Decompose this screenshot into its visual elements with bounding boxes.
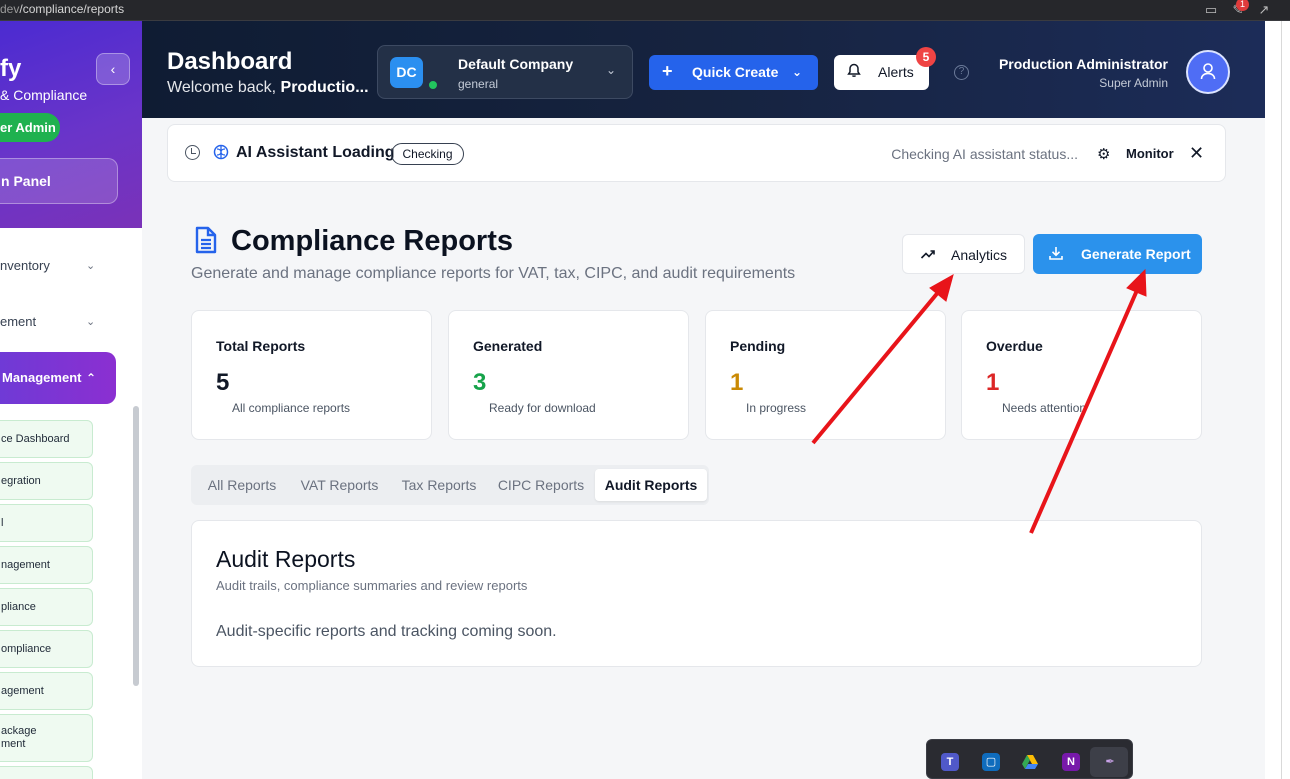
sidebar-subitem[interactable]: egration [0,462,93,500]
sidebar-subitem[interactable]: agement [0,672,93,710]
url-text[interactable]: dev/compliance/reports [0,2,124,16]
help-icon[interactable]: ? [954,65,969,80]
stat-card-pending: Pending 1 In progress [705,310,946,440]
plus-icon: + [662,61,673,81]
sidebar-item-compliance-management[interactable]: Management ⌃ [0,352,116,404]
company-name: Default Company [458,56,574,72]
stat-value: 5 [216,369,230,396]
stat-value: 1 [730,369,744,396]
window-edge [1265,21,1290,779]
bell-icon [847,63,861,81]
download-icon [1048,245,1064,264]
tab-tax-reports[interactable]: Tax Reports [392,469,486,501]
chevron-down-icon: ⌄ [86,260,96,272]
analytics-button[interactable]: Analytics [902,234,1025,274]
tab-cipc-reports[interactable]: CIPC Reports [490,469,592,501]
ai-status-text: Checking AI assistant status... [891,146,1078,162]
document-icon [194,226,218,254]
ai-assistant-title: AI Assistant Loading [236,144,395,161]
collapse-sidebar-button[interactable]: ‹ [96,53,130,85]
compliance-title: Compliance Reports [231,225,513,257]
chevron-left-icon: ‹ [110,61,116,77]
user-icon [1200,63,1216,80]
welcome-text: Welcome back, Productio... [167,79,369,96]
arrow-head-analytics [929,273,954,302]
sidebar-item-inventory[interactable]: nventory ⌄ [0,251,110,281]
tab-all-reports[interactable]: All Reports [197,469,287,501]
browser-address-bar[interactable]: dev/compliance/reports ▭ ✎ 1 ↗ [0,0,1290,21]
extension-badge: 1 [1236,0,1249,11]
open-external-icon[interactable]: ↗ [1256,2,1272,18]
clock-icon [185,145,200,160]
sidebar-item-management[interactable]: ement ⌄ [0,307,110,337]
role-badge: er Admin [0,113,60,142]
teams-icon[interactable]: T [941,753,959,771]
sidebar-subitem[interactable]: pliance [0,588,93,626]
brain-icon [213,144,229,160]
sidebar-scrollbar[interactable] [133,406,139,686]
tab-vat-reports[interactable]: VAT Reports [291,469,388,501]
sidebar-subitem[interactable]: nagement [0,546,93,584]
alerts-count-badge: 5 [916,47,936,67]
sidebar-subitem[interactable] [0,766,93,779]
close-icon[interactable]: ✕ [1189,143,1204,164]
stat-card-overdue: Overdue 1 Needs attention [961,310,1202,440]
top-header: Dashboard Welcome back, Productio... DC … [142,21,1265,118]
company-plan: general [458,77,499,91]
stat-card-total: Total Reports 5 All compliance reports [191,310,432,440]
stat-value: 3 [473,369,487,396]
user-name: Production Administrator [998,56,1168,72]
gear-icon[interactable]: ⚙ [1097,145,1110,163]
quill-icon[interactable]: ✒ [1101,753,1119,771]
status-badge: Checking [391,143,464,165]
generate-report-button[interactable]: Generate Report [1033,234,1202,274]
sidebar-subitem[interactable]: ompliance [0,630,93,668]
monitor-button[interactable]: Monitor [1126,146,1174,161]
audit-reports-panel: Audit Reports Audit trails, compliance s… [191,520,1202,667]
tab-audit-reports[interactable]: Audit Reports [595,469,707,501]
ai-assistant-bar: AI Assistant Loading Checking Checking A… [167,124,1226,182]
admin-panel-button[interactable]: n Panel [0,158,118,204]
taskbar: T ▢ N ✒ [926,739,1133,779]
chevron-down-icon: ⌄ [86,316,96,328]
company-avatar: DC [390,57,423,88]
user-avatar[interactable] [1186,50,1230,94]
page-title: Dashboard [167,48,293,75]
trending-up-icon [920,246,936,265]
sidebar-subitem[interactable]: ackage ment [0,714,93,762]
chevron-down-icon: ⌄ [792,65,803,79]
outlook-icon[interactable]: ▢ [982,753,1000,771]
panel-body: Audit-specific reports and tracking comi… [216,623,557,640]
chevron-down-icon: ⌄ [606,63,617,77]
brand-name: fy [0,55,22,82]
chevron-up-icon: ⌃ [86,371,97,385]
alerts-button[interactable]: Alerts 5 [834,47,936,90]
sidebar-subitem[interactable]: l [0,504,93,542]
compliance-subtitle: Generate and manage compliance reports f… [191,265,796,282]
user-role: Super Admin [1099,76,1168,90]
sidebar: fy & Compliance er Admin ‹ n Panel nvent… [0,21,142,779]
stat-value: 1 [986,369,1000,396]
report-tabs: All Reports VAT Reports Tax Reports CIPC… [191,465,709,505]
brand-subtitle: & Compliance [0,87,88,103]
panel-title: Audit Reports [216,546,356,572]
sidebar-header: fy & Compliance er Admin ‹ n Panel [0,21,142,228]
onenote-icon[interactable]: N [1062,753,1080,771]
panel-subtitle: Audit trails, compliance summaries and r… [216,578,528,593]
cast-icon[interactable]: ▭ [1203,2,1219,18]
drive-icon[interactable] [1021,753,1039,771]
company-selector[interactable]: DC Default Company general ⌄ [377,45,633,99]
stat-card-generated: Generated 3 Ready for download [448,310,689,440]
online-status-dot [427,79,439,91]
sidebar-subitem[interactable]: ce Dashboard [0,420,93,458]
quick-create-button[interactable]: + Quick Create ⌄ [649,55,818,90]
